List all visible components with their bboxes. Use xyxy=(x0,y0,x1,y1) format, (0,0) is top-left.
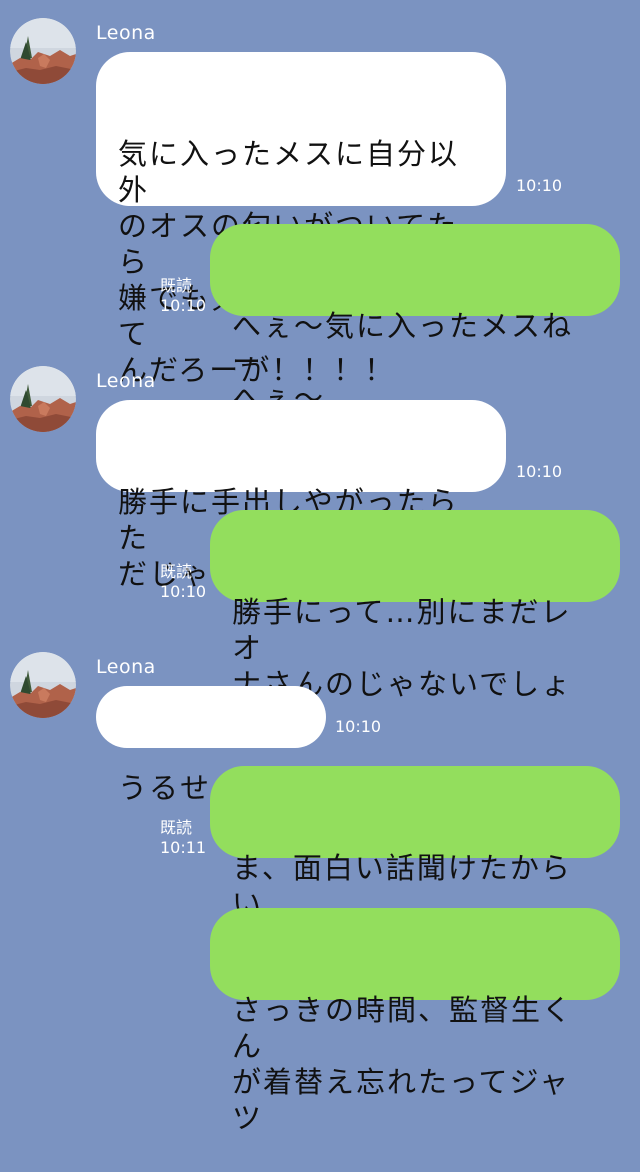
avatar[interactable] xyxy=(10,366,76,432)
message-time: 10:10 xyxy=(335,717,382,736)
sender-name: Leona xyxy=(96,22,156,44)
message-meta: 既読 10:10 xyxy=(160,562,206,602)
message-text: さっきの時間、監督生くん が着替え忘れたってジャツ xyxy=(232,993,574,1135)
message-bubble-outgoing[interactable]: ま、面白い話聞けたからい っすけど xyxy=(210,766,620,957)
read-receipt: 既読 xyxy=(160,276,193,295)
message-bubble-incoming[interactable]: 気に入ったメスに自分以外 のオスの匂いがついてたら 嫌でも気になるに決まって ん… xyxy=(96,52,506,387)
message-time: 10:11 xyxy=(160,838,207,857)
read-receipt: 既読 xyxy=(160,818,193,837)
message-time: 10:10 xyxy=(160,582,207,601)
read-receipt: 既読 xyxy=(160,562,193,581)
message-time: 10:10 xyxy=(160,296,207,315)
message-time: 10:10 xyxy=(516,462,563,481)
rock-landscape-icon xyxy=(10,652,76,718)
message-meta: 既読 10:11 xyxy=(160,818,206,858)
message-meta: 既読 10:10 xyxy=(160,276,206,316)
message-bubble-outgoing[interactable]: さっきの時間、監督生くん が着替え忘れたってジャツ xyxy=(210,908,620,1135)
sender-name: Leona xyxy=(96,370,156,392)
sender-name: Leona xyxy=(96,656,156,678)
avatar[interactable] xyxy=(10,18,76,84)
message-bubble-incoming[interactable]: 勝手に手出しやがったらた だじゃおかねぇからな xyxy=(96,400,506,591)
avatar[interactable] xyxy=(10,652,76,718)
message-bubble-incoming[interactable]: うるせぇ！！ xyxy=(96,686,326,805)
rock-landscape-icon xyxy=(10,18,76,84)
message-bubble-outgoing[interactable]: 勝手にって…別にまだレオ ナさんのじゃないでしょ xyxy=(210,510,620,701)
rock-landscape-icon xyxy=(10,366,76,432)
message-bubble-outgoing[interactable]: へぇ〜気に入ったメスねー へぇ〜 xyxy=(210,224,620,415)
message-time: 10:10 xyxy=(516,176,563,195)
